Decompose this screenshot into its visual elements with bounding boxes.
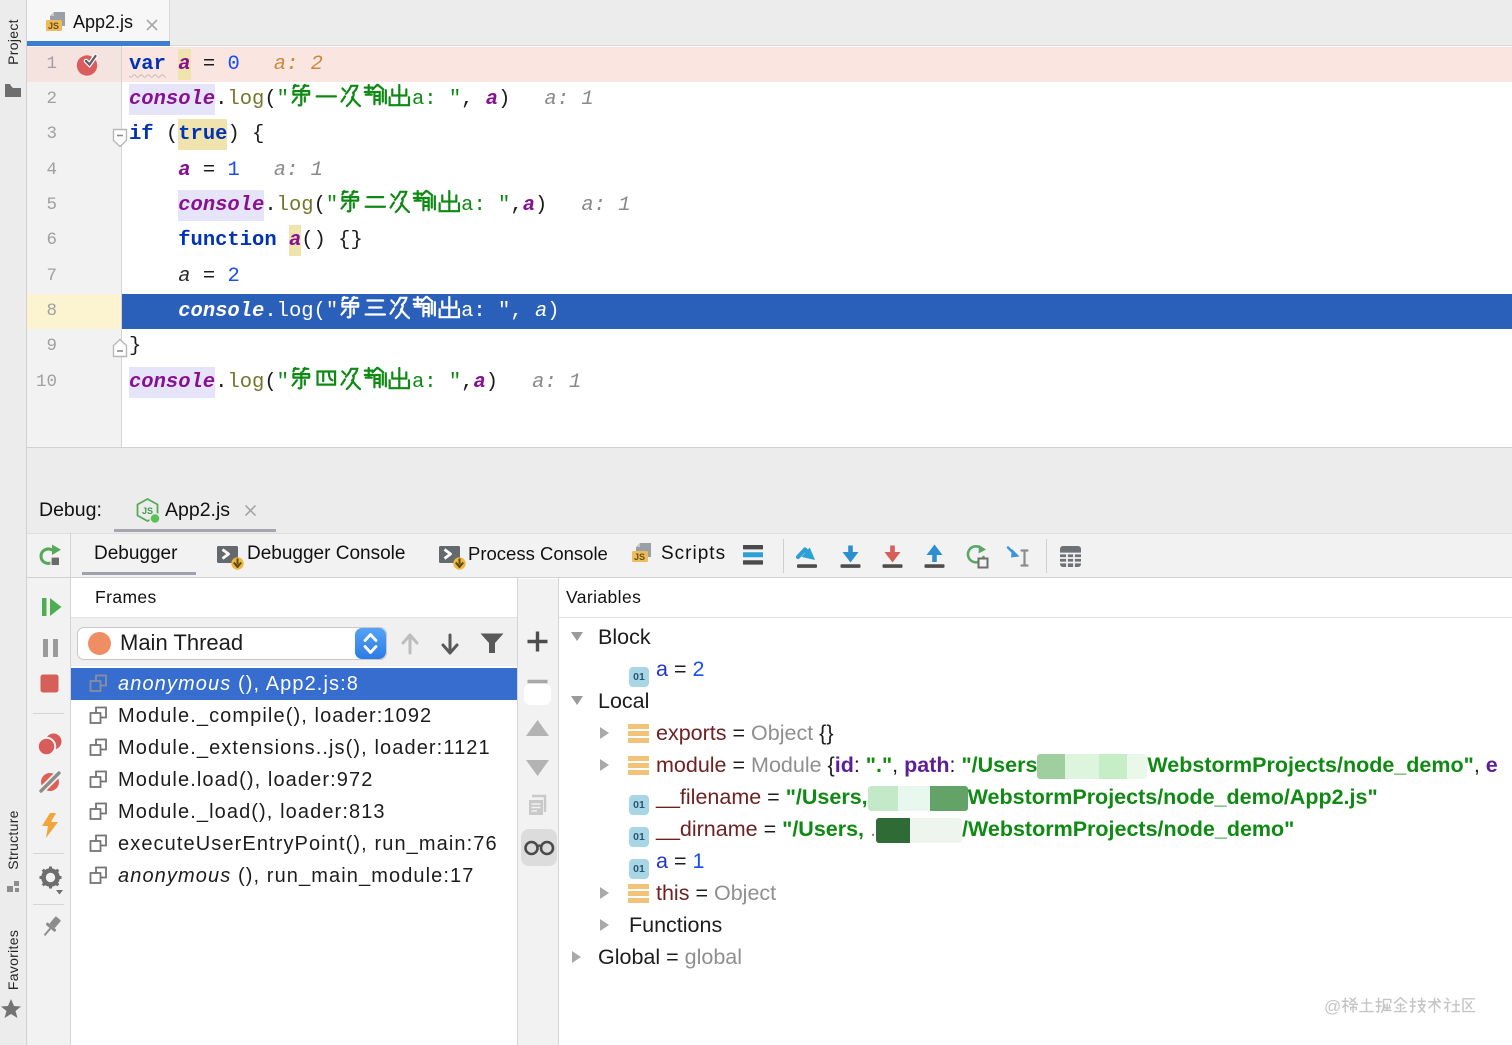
- svg-text:JS: JS: [634, 552, 645, 562]
- svg-text:JS: JS: [48, 21, 59, 31]
